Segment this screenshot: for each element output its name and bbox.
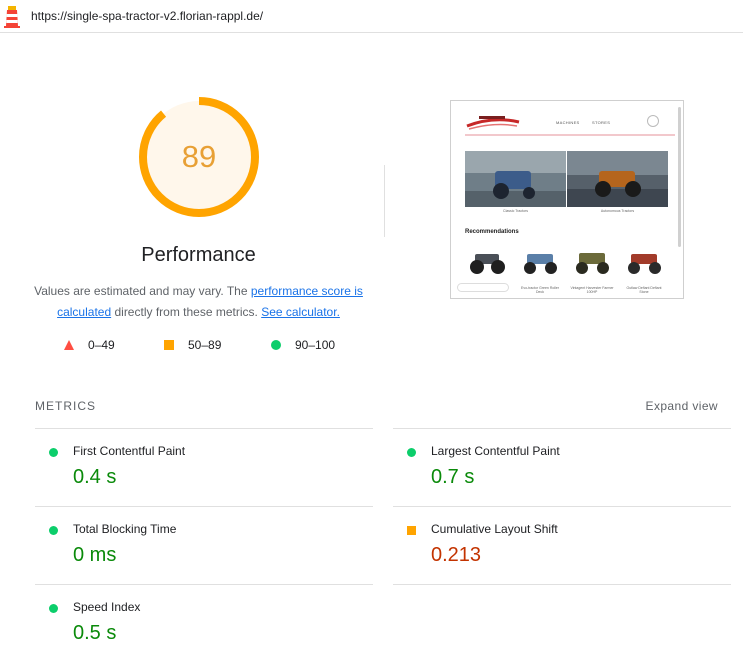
circle-icon bbox=[49, 526, 58, 535]
product-caption-4: Outlaw Defiant Defiant Stone bbox=[626, 286, 662, 294]
gauge-title: Performance bbox=[141, 244, 256, 266]
metrics-heading: METRICS bbox=[35, 399, 96, 413]
tractor-store-logo bbox=[466, 116, 520, 130]
metric-name: Total Blocking Time bbox=[73, 522, 177, 536]
metric-first-contentful-paint: First Contentful Paint 0.4 s bbox=[35, 429, 365, 507]
metric-divider bbox=[393, 584, 731, 585]
performance-gauge: 89 bbox=[137, 95, 261, 219]
legend-label: 50–89 bbox=[188, 338, 222, 352]
metric-name: Largest Contentful Paint bbox=[431, 444, 560, 458]
divider bbox=[384, 165, 385, 237]
metric-speed-index: Speed Index 0.5 s bbox=[35, 585, 365, 663]
metric-name: Cumulative Layout Shift bbox=[431, 522, 558, 536]
thumb-nav-machines: MACHINES bbox=[556, 120, 580, 125]
description-text-middle: directly from these metrics. bbox=[111, 305, 262, 319]
metric-value: 0 ms bbox=[73, 544, 117, 566]
product-image-3 bbox=[576, 253, 609, 274]
lighthouse-icon bbox=[4, 6, 20, 28]
performance-score: 89 bbox=[181, 139, 217, 174]
final-screenshot[interactable]: MACHINES STORES Classic Tractors Autonom… bbox=[450, 100, 684, 299]
expand-view-toggle[interactable]: Expand view bbox=[646, 399, 718, 413]
product-caption-2: Evo-tractor Green Roller Deck bbox=[521, 286, 559, 294]
product-image-4 bbox=[628, 254, 661, 274]
product-image-1 bbox=[470, 254, 505, 274]
metric-name: First Contentful Paint bbox=[73, 444, 186, 458]
square-icon bbox=[164, 340, 174, 350]
hero-caption-autonomous: Autonomous Tractors bbox=[600, 209, 635, 213]
metric-largest-contentful-paint: Largest Contentful Paint 0.7 s bbox=[393, 429, 723, 507]
metric-value: 0.7 s bbox=[431, 466, 475, 488]
legend-label: 90–100 bbox=[295, 338, 336, 352]
metric-cumulative-layout-shift: Cumulative Layout Shift 0.213 bbox=[393, 507, 723, 585]
metric-name: Speed Index bbox=[73, 600, 141, 614]
product-caption-3: Vintagent Harvester Farmer 100HP bbox=[570, 286, 614, 294]
product-image-2 bbox=[524, 254, 557, 274]
circle-icon bbox=[407, 448, 416, 457]
metric-total-blocking-time: Total Blocking Time 0 ms bbox=[35, 507, 365, 585]
hero-caption-classic: Classic Tractors bbox=[503, 209, 528, 213]
thumb-nav-stores: STORES bbox=[592, 120, 611, 125]
cart-icon bbox=[647, 115, 659, 127]
square-icon bbox=[407, 526, 416, 535]
legend-label: 0–49 bbox=[88, 338, 115, 352]
metric-value: 0.4 s bbox=[73, 466, 117, 488]
thumb-pill bbox=[457, 283, 509, 292]
thumb-scrollbar bbox=[678, 107, 681, 247]
description-text: Values are estimated and may vary. The bbox=[34, 284, 251, 298]
hero-image-autonomous bbox=[567, 151, 668, 207]
thumb-header-line bbox=[465, 134, 675, 136]
circle-icon bbox=[49, 604, 58, 613]
metric-value: 0.5 s bbox=[73, 622, 117, 644]
triangle-icon bbox=[64, 340, 74, 350]
page-url[interactable]: https://single-spa-tractor-v2.florian-ra… bbox=[31, 9, 263, 23]
circle-icon bbox=[271, 340, 281, 350]
recommendations-title: Recommendations bbox=[465, 229, 519, 235]
metric-value: 0.213 bbox=[431, 544, 482, 566]
address-bar: https://single-spa-tractor-v2.florian-ra… bbox=[0, 0, 743, 33]
see-calculator-link[interactable]: See calculator. bbox=[261, 305, 340, 319]
score-description: Values are estimated and may vary. The p… bbox=[30, 281, 367, 323]
circle-icon bbox=[49, 448, 58, 457]
hero-image-classic bbox=[465, 151, 566, 207]
